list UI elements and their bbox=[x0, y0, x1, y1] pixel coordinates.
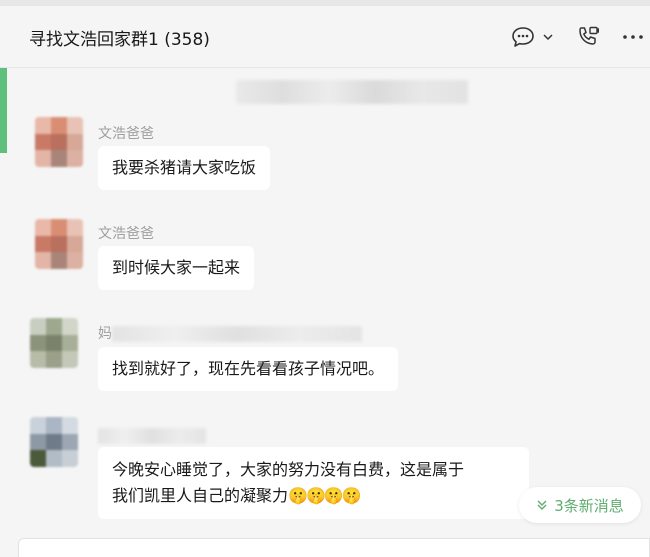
message-text-line: 今晚安心睡觉了，大家的努力没有白费，这是属于 bbox=[112, 460, 465, 479]
avatar[interactable] bbox=[30, 318, 78, 368]
chat-title: 寻找文浩回家群1 (358) bbox=[29, 30, 210, 50]
avatar[interactable] bbox=[35, 117, 83, 167]
avatar[interactable] bbox=[30, 417, 78, 467]
double-chevron-down-icon bbox=[537, 500, 547, 510]
phone-call-icon bbox=[579, 26, 599, 45]
chat-options-button[interactable] bbox=[511, 24, 555, 50]
more-dots-icon bbox=[623, 35, 643, 39]
avatar[interactable] bbox=[35, 219, 83, 269]
blurred-system-notice bbox=[236, 80, 468, 104]
chat-bubble-icon bbox=[512, 27, 534, 47]
more-options-button[interactable] bbox=[621, 24, 645, 50]
message-bubble[interactable]: 找到就好了，现在先看看孩子情况吧。 bbox=[98, 347, 399, 391]
message-input[interactable] bbox=[18, 538, 650, 557]
blurred-sender-name bbox=[112, 326, 362, 342]
message-bubble[interactable]: 我要杀猪请大家吃饭 bbox=[98, 146, 271, 190]
new-messages-label: 3条新消息 bbox=[554, 496, 624, 515]
sender-name: 妈 bbox=[98, 326, 112, 342]
new-messages-button[interactable]: 3条新消息 bbox=[519, 487, 641, 523]
blurred-sender-name bbox=[98, 428, 206, 444]
sender-name: 文浩爸爸 bbox=[98, 126, 154, 142]
chat-header: 寻找文浩回家群1 (358) bbox=[0, 6, 650, 68]
message-text-line: 我们凯里人自己的凝聚力🤫🤫🤫🤫 bbox=[112, 483, 515, 509]
shush-emoji-group: 🤫🤫🤫🤫 bbox=[288, 486, 362, 505]
chevron-down-icon bbox=[543, 34, 553, 41]
message-bubble[interactable]: 今晚安心睡觉了，大家的努力没有白费，这是属于 我们凯里人自己的凝聚力🤫🤫🤫🤫 bbox=[98, 447, 529, 519]
sender-name: 文浩爸爸 bbox=[98, 226, 154, 242]
call-button[interactable] bbox=[576, 24, 600, 50]
selection-indicator bbox=[0, 68, 7, 153]
message-text: 我们凯里人自己的凝聚力 bbox=[112, 486, 289, 505]
message-bubble[interactable]: 到时候大家一起来 bbox=[98, 246, 255, 290]
